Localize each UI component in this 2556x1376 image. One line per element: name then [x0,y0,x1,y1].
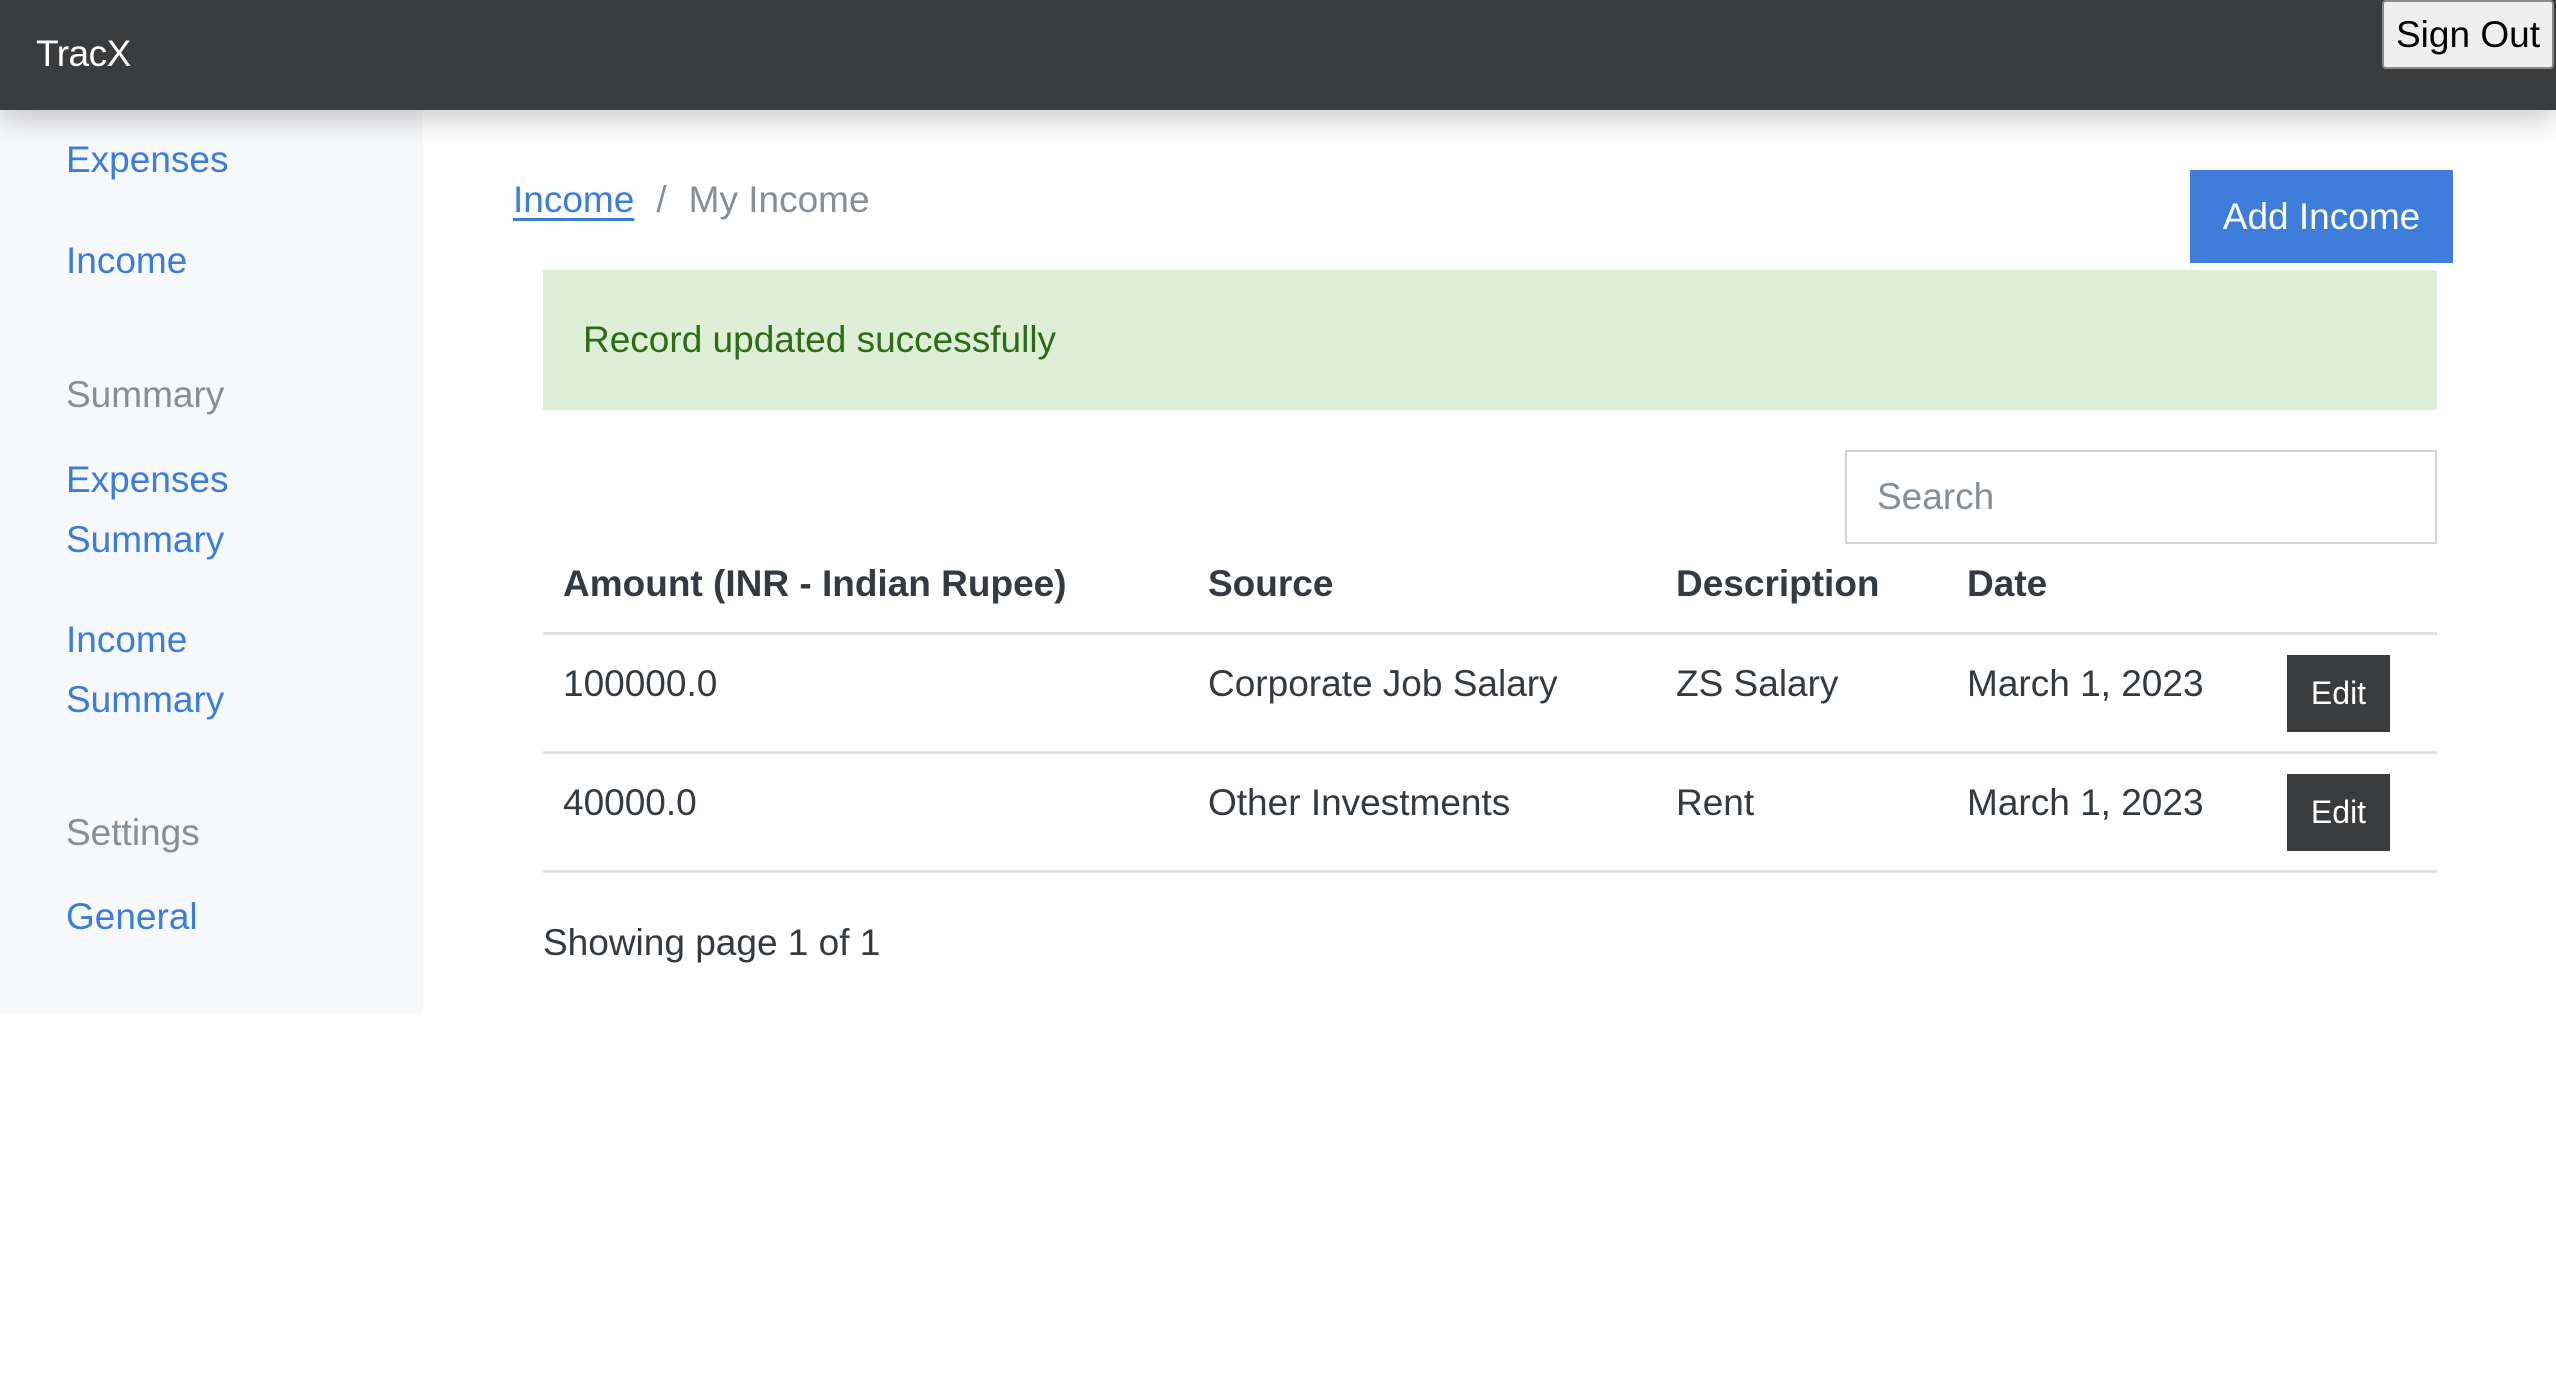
top-navbar: TracX Sign Out [0,0,2556,110]
cell-amount: 100000.0 [563,663,718,704]
cell-amount: 40000.0 [563,782,697,823]
sidebar: Expenses Income Summary Expenses Summary… [0,110,423,1013]
cell-date: March 1, 2023 [1967,782,2204,823]
table-row: 40000.0 Other Investments Rent March 1, … [543,754,2437,873]
cell-source: Other Investments [1208,782,1511,823]
add-income-button[interactable]: Add Income [2190,170,2453,263]
edit-button[interactable]: Edit [2287,655,2390,732]
sidebar-item-general[interactable]: General [66,887,198,947]
sidebar-item-expenses-summary[interactable]: Expenses Summary [66,450,229,570]
table-row: 100000.0 Corporate Job Salary ZS Salary … [543,635,2437,754]
alert-message: Record updated successfully [583,319,1057,360]
pagination-info: Showing page 1 of 1 [543,922,881,963]
sidebar-item-income-summary[interactable]: Income Summary [66,610,224,730]
breadcrumb: Income / My Income [513,170,870,230]
column-header-amount[interactable]: Amount (INR - Indian Rupee) [563,563,1067,605]
sidebar-item-expenses[interactable]: Expenses [66,130,229,190]
cell-description: Rent [1676,782,1755,823]
search-input[interactable] [1845,450,2437,544]
table-header-row: Amount (INR - Indian Rupee) Source Descr… [543,545,2437,635]
breadcrumb-current: My Income [688,179,870,220]
sidebar-item-label: Summary [66,519,225,560]
edit-button[interactable]: Edit [2287,774,2390,851]
sidebar-heading-summary: Summary [66,374,225,415]
income-table: Amount (INR - Indian Rupee) Source Descr… [543,545,2437,873]
cell-description: ZS Salary [1676,663,1839,704]
sign-out-button[interactable]: Sign Out [2382,0,2554,69]
column-header-description[interactable]: Description [1676,563,1880,605]
breadcrumb-separator: / [656,179,667,220]
cell-source: Corporate Job Salary [1208,663,1558,704]
sidebar-item-label: Income [66,619,188,660]
sidebar-heading-settings: Settings [66,812,200,853]
brand-logo[interactable]: TracX [36,30,131,78]
cell-date: March 1, 2023 [1967,663,2204,704]
column-header-source[interactable]: Source [1208,563,1333,605]
success-alert: Record updated successfully [543,270,2437,410]
breadcrumb-income-link[interactable]: Income [513,170,634,230]
sidebar-item-label: Summary [66,679,225,720]
sidebar-item-income[interactable]: Income [66,231,187,291]
sidebar-item-label: Expenses [66,459,229,500]
column-header-date[interactable]: Date [1967,563,2047,605]
